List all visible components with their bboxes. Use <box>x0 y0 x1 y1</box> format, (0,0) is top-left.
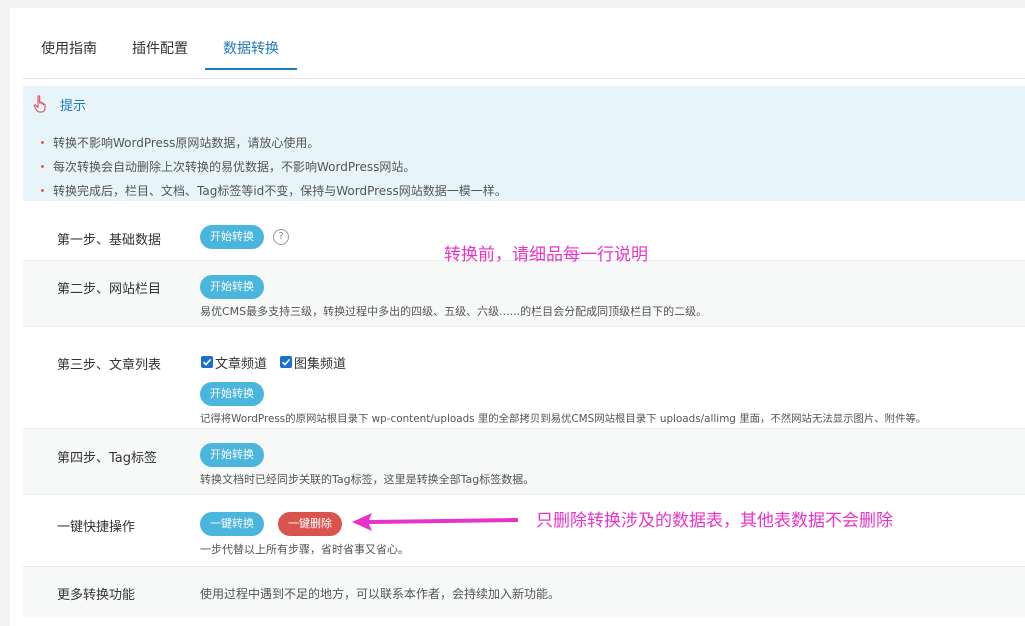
more-features-label: 更多转换功能 <box>57 588 136 603</box>
tab-data-convert[interactable]: 数据转换 <box>205 32 297 70</box>
tab-bar: 使用指南 插件配置 数据转换 <box>23 32 1025 79</box>
one-click-delete-button[interactable]: 一键删除 <box>278 512 342 536</box>
one-click-convert-button[interactable]: 一键转换 <box>200 512 264 536</box>
gallery-channel-label: 图集频道 <box>294 357 347 372</box>
step4-label: 第四步、Tag标签 <box>57 451 158 466</box>
gallery-channel-checkbox[interactable] <box>280 356 292 368</box>
step3-label: 第三步、文章列表 <box>57 358 162 373</box>
checkmark-icon <box>281 358 291 366</box>
annotation-bottom: 只删除转换涉及的数据表，其他表数据不会删除 <box>536 511 893 531</box>
tab-guide[interactable]: 使用指南 <box>39 32 99 78</box>
annotation-top: 转换前，请细品每一行说明 <box>444 245 648 265</box>
step4-row: 第四步、Tag标签 开始转换 转换文档时已经同步关联的Tag标签，这里是转换全部… <box>23 428 1025 495</box>
step2-row: 第二步、网站栏目 开始转换 易优CMS最多支持三级，转换过程中多出的四级、五级、… <box>23 260 1025 327</box>
tip-line: 转换不影响WordPress原网站数据，请放心使用。 <box>41 134 319 151</box>
step3-start-button[interactable]: 开始转换 <box>200 382 264 406</box>
quick-actions-label: 一键快捷操作 <box>57 520 136 535</box>
step2-start-button[interactable]: 开始转换 <box>200 275 264 299</box>
step1-start-button[interactable]: 开始转换 <box>200 225 264 249</box>
step4-description: 转换文档时已经同步关联的Tag标签，这里是转换全部Tag标签数据。 <box>200 473 535 486</box>
tip-title: 提示 <box>60 99 87 114</box>
step2-description: 易优CMS最多支持三级，转换过程中多出的四级、五级、六级......的栏目会分配… <box>200 305 708 318</box>
step3-row: 第三步、文章列表 文章频道 图集频道 开始转换 记得将WordPress的原网站… <box>23 326 1025 429</box>
quick-actions-description: 一步代替以上所有步骤，省时省事又省心。 <box>200 543 409 556</box>
tip-line: 转换完成后，栏目、文档、Tag标签等id不变，保持与WordPress网站数据一… <box>41 182 507 199</box>
checkmark-icon <box>202 358 212 366</box>
tip-line: 每次转换会自动删除上次转换的易优数据，不影响WordPress网站。 <box>41 158 415 175</box>
more-features-description: 使用过程中遇到不足的地方，可以联系本作者，会持续加入新功能。 <box>200 587 561 601</box>
more-features-row: 更多转换功能 使用过程中遇到不足的地方，可以联系本作者，会持续加入新功能。 <box>23 566 1025 617</box>
step4-start-button[interactable]: 开始转换 <box>200 443 264 467</box>
question-circle-icon[interactable]: ? <box>273 229 289 245</box>
arrow-left-icon <box>352 513 518 531</box>
step3-description: 记得将WordPress的原网站根目录下 wp-content/uploads … <box>200 413 927 425</box>
article-channel-label: 文章频道 <box>215 357 268 372</box>
tip-box: 提示 转换不影响WordPress原网站数据，请放心使用。 每次转换会自动删除上… <box>23 86 1025 201</box>
tab-plugin-config[interactable]: 插件配置 <box>130 32 190 78</box>
step1-label: 第一步、基础数据 <box>57 233 162 248</box>
main-panel: 使用指南 插件配置 数据转换 提示 转换不影响WordPress原网站数据，请放… <box>10 8 1025 626</box>
hand-pointer-icon <box>33 95 46 113</box>
step2-label: 第二步、网站栏目 <box>57 282 162 297</box>
article-channel-checkbox[interactable] <box>201 356 213 368</box>
